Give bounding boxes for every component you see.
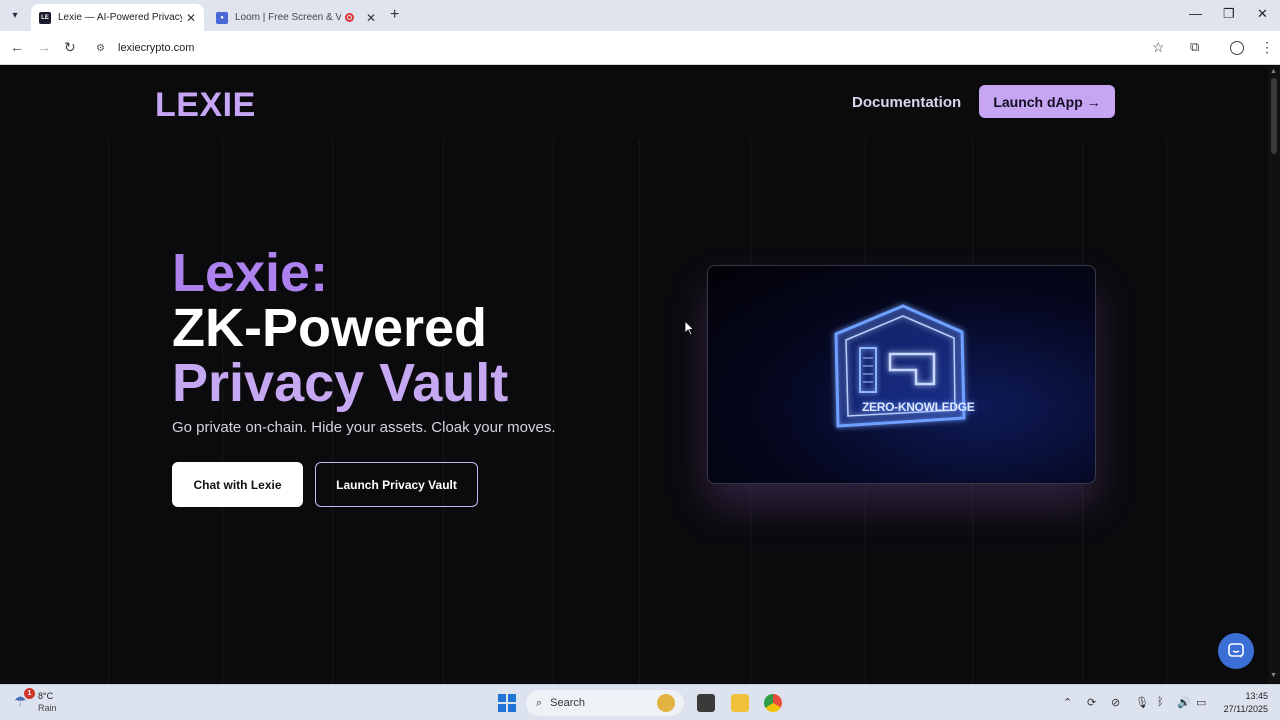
url-text[interactable]: lexiecrypto.com	[118, 42, 194, 54]
background-line	[639, 140, 640, 684]
weather-temp[interactable]: 8°C	[38, 691, 53, 701]
site-logo[interactable]: LEXIE	[155, 86, 256, 125]
weather-desc[interactable]: Rain	[38, 703, 57, 713]
zero-knowledge-label: ZERO-KNOWLEDGE	[862, 400, 975, 414]
windows-taskbar: ☂ 1 8°C Rain ⌕ Search ⌃ ⟳ ⊘ 🎙 ᛒ 🔊 ▭ 13:4…	[0, 684, 1280, 720]
launch-dapp-button[interactable]: Launch dApp →	[979, 85, 1115, 118]
microphone-icon[interactable]: 🎙	[1135, 696, 1149, 709]
close-window-icon[interactable]: ✕	[1257, 6, 1268, 22]
bookmark-star-icon[interactable]: ☆	[1152, 39, 1165, 56]
tab-loom[interactable]: ● Loom | Free Screen & Video Recording ✕	[208, 4, 384, 31]
search-placeholder: Search	[550, 697, 586, 709]
tab-search-icon[interactable]: ▾	[6, 6, 24, 24]
tray-overflow-icon[interactable]: ⌃	[1063, 696, 1072, 709]
task-view-icon[interactable]	[697, 694, 715, 712]
back-icon[interactable]: ←	[10, 39, 24, 55]
profile-icon[interactable]	[1230, 41, 1244, 55]
clock-time[interactable]: 13:45	[1240, 691, 1268, 701]
scroll-down-icon[interactable]: ▼	[1270, 672, 1277, 679]
scroll-up-icon[interactable]: ▲	[1270, 68, 1277, 75]
recording-icon	[344, 13, 354, 22]
search-icon: ⌕	[536, 696, 543, 709]
bluetooth-icon[interactable]: ᛒ	[1157, 696, 1164, 708]
chat-icon	[1228, 643, 1244, 658]
close-tab-icon[interactable]: ✕	[186, 11, 196, 25]
web-page: LEXIE Documentation Launch dApp → Lexie:…	[0, 66, 1268, 684]
documentation-link[interactable]: Documentation	[852, 94, 961, 111]
url-field[interactable]: ⚙ lexiecrypto.com	[88, 35, 1180, 61]
close-tab-icon[interactable]: ✕	[366, 11, 376, 25]
browser-tab-bar: ▾ LE Lexie — AI-Powered Privacy Vault ✕ …	[0, 0, 1280, 31]
background-line	[108, 140, 109, 684]
file-explorer-icon[interactable]	[731, 694, 749, 712]
address-bar: ← → ↻ ⚙ lexiecrypto.com ☆ ⧉ ⋮	[0, 31, 1280, 65]
volume-icon[interactable]: 🔊	[1177, 696, 1191, 709]
loom-favicon-icon: ●	[216, 11, 228, 24]
tab-title: Lexie — AI-Powered Privacy Vault	[58, 12, 182, 23]
network-off-icon[interactable]: ⊘	[1111, 696, 1120, 709]
background-line	[553, 140, 554, 684]
hero-tagline: Go private on-chain. Hide your assets. C…	[172, 419, 556, 436]
forward-icon[interactable]: →	[37, 39, 51, 55]
minimize-icon[interactable]: —	[1189, 6, 1202, 21]
reload-icon[interactable]: ↻	[64, 39, 76, 56]
chat-with-lexie-button[interactable]: Chat with Lexie	[172, 462, 303, 507]
tab-lexie[interactable]: LE Lexie — AI-Powered Privacy Vault ✕	[31, 4, 204, 31]
menu-kebab-icon[interactable]: ⋮	[1260, 39, 1274, 56]
hero-title-line-3: Privacy Vault	[172, 353, 509, 413]
weather-badge: 1	[24, 688, 35, 699]
launch-privacy-vault-button[interactable]: Launch Privacy Vault	[315, 462, 478, 507]
hero-title-line-2: ZK-Powered	[172, 298, 488, 358]
clock-date[interactable]: 27/11/2025	[1216, 704, 1268, 714]
chrome-icon[interactable]	[764, 694, 782, 712]
tab-title: Loom | Free Screen & Video Recording	[235, 12, 341, 23]
support-chat-button[interactable]	[1218, 633, 1254, 669]
hero-title-line-1: Lexie:	[172, 243, 329, 303]
new-tab-button[interactable]: +	[390, 6, 399, 24]
sync-icon[interactable]: ⟳	[1087, 696, 1096, 709]
extensions-icon[interactable]: ⧉	[1190, 39, 1199, 55]
start-windows-icon[interactable]	[498, 694, 516, 712]
maximize-icon[interactable]: ❐	[1223, 6, 1235, 22]
mouse-cursor-icon	[685, 321, 695, 336]
page-scrollbar[interactable]: ▲ ▼	[1268, 66, 1280, 684]
zk-house-icon	[834, 304, 966, 428]
scroll-thumb[interactable]	[1271, 78, 1277, 154]
search-highlight-icon[interactable]	[657, 694, 675, 712]
lexie-favicon-icon: LE	[39, 11, 51, 24]
battery-icon[interactable]: ▭	[1196, 696, 1206, 709]
site-info-icon[interactable]: ⚙	[96, 43, 110, 54]
hero-video[interactable]: ZERO-KNOWLEDGE	[707, 265, 1096, 484]
background-line	[1166, 140, 1167, 684]
